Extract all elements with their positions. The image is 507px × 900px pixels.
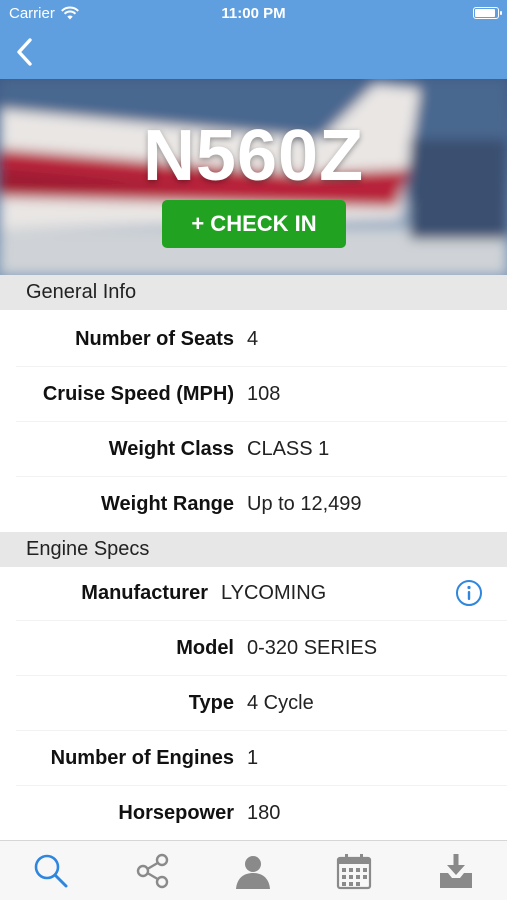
row-value: 4 [247, 328, 259, 350]
clock: 11:00 PM [221, 5, 286, 22]
tab-bar [0, 840, 507, 900]
battery-icon [473, 7, 502, 19]
row-value: LYCOMING [221, 582, 327, 604]
status-bar: Carrier 11:00 PM [0, 0, 507, 28]
row-label: Horsepower [118, 802, 234, 824]
row-label: Manufacturer [81, 582, 208, 604]
row-value: 1 [247, 747, 259, 769]
profile-icon[interactable] [233, 851, 273, 891]
info-row-weight-range: Weight Range Up to 12,499 [0, 477, 507, 532]
engine-row-manufacturer: Manufacturer LYCOMING [0, 566, 507, 621]
row-value: 180 [247, 802, 281, 824]
row-label: Model [176, 637, 234, 659]
row-label: Number of Seats [75, 328, 234, 350]
engine-row-model: Model 0-320 SERIES [0, 621, 507, 676]
battery-level [475, 9, 495, 17]
engine-row-horsepower: Horsepower 180 [0, 786, 507, 841]
row-value: 4 Cycle [247, 692, 314, 714]
section-header-engine-specs: Engine Specs [0, 532, 507, 567]
engine-row-type: Type 4 Cycle [0, 676, 507, 731]
row-value: 108 [247, 383, 281, 405]
row-label: Weight Range [101, 493, 234, 515]
share-icon[interactable] [133, 851, 173, 891]
info-row-seats: Number of Seats 4 [0, 312, 507, 367]
row-label: Weight Class [108, 438, 234, 460]
info-row-cruise-speed: Cruise Speed (MPH) 108 [0, 367, 507, 422]
navigation-bar: Carrier 11:00 PM [0, 0, 507, 79]
row-label: Cruise Speed (MPH) [42, 383, 234, 405]
check-in-button[interactable]: + CHECK IN [162, 200, 346, 248]
info-icon[interactable] [455, 579, 483, 607]
row-value: CLASS 1 [247, 438, 330, 460]
aircraft-hero: N560Z + CHECK IN [0, 79, 507, 275]
tail-number: N560Z [142, 116, 365, 196]
row-value: Up to 12,499 [247, 493, 362, 515]
engine-row-number-of-engines: Number of Engines 1 [0, 731, 507, 786]
section-header-general-info: General Info [0, 275, 507, 310]
back-button[interactable] [12, 36, 38, 68]
info-row-weight-class: Weight Class CLASS 1 [0, 422, 507, 477]
download-icon[interactable] [436, 851, 476, 891]
search-icon[interactable] [31, 851, 71, 891]
row-value: 0-320 SERIES [247, 637, 378, 659]
row-label: Number of Engines [50, 747, 234, 769]
calendar-icon[interactable] [334, 851, 374, 891]
row-label: Type [188, 692, 234, 714]
